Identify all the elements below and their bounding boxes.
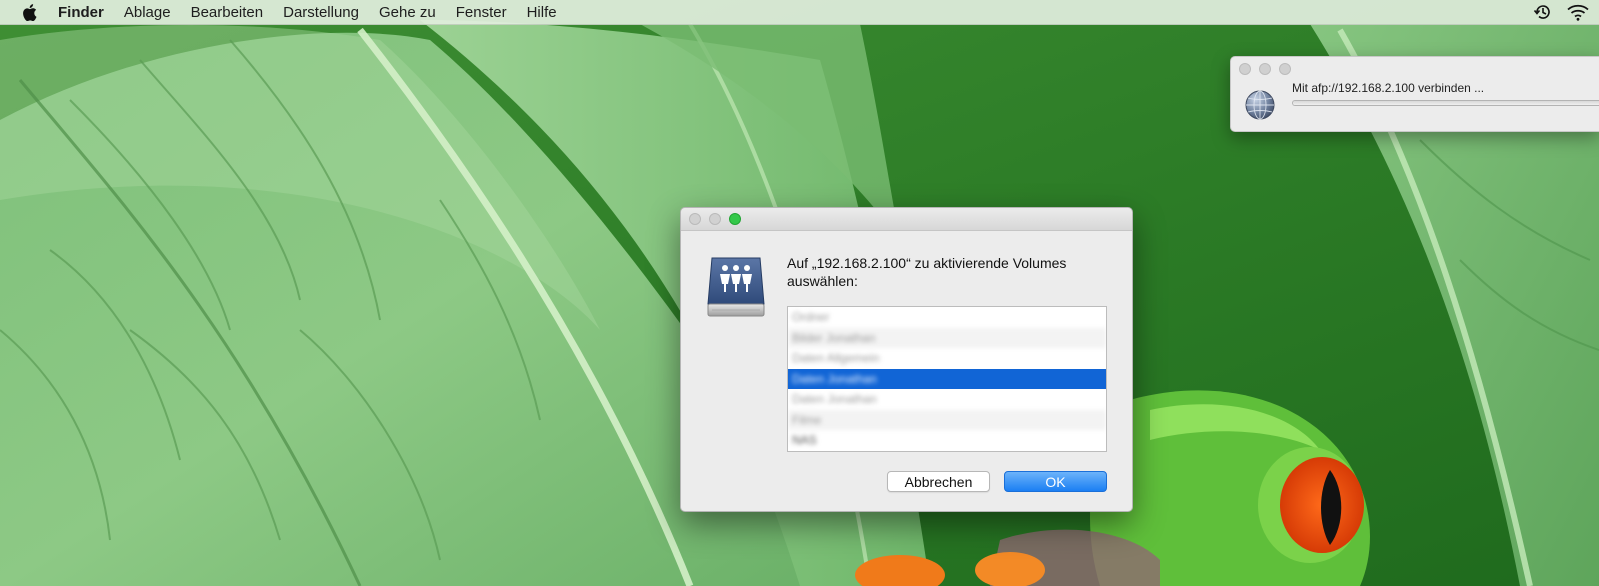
volume-label: Daten Jonathan [792,371,877,386]
list-item[interactable]: Filme [788,409,1106,430]
volume-list[interactable]: Ordner Bilder Jonathan Daten Allgemein D… [787,306,1107,452]
connection-status-text: Mit afp://192.168.2.100 verbinden ... [1292,81,1485,95]
list-item-selected[interactable]: Daten Jonathan [788,368,1106,389]
list-item[interactable]: NAS [788,430,1106,451]
menu-app-finder[interactable]: Finder [58,4,104,21]
time-machine-icon[interactable] [1533,2,1553,22]
menu-bearbeiten[interactable]: Bearbeiten [191,4,264,21]
zoom-button[interactable] [1279,63,1291,75]
wifi-icon[interactable] [1567,3,1589,21]
dialog-zoom-button[interactable] [729,213,741,225]
connection-progress-window: Mit afp://192.168.2.100 verbinden ... [1230,56,1599,132]
dialog-minimize-button[interactable] [709,213,721,225]
list-item[interactable]: Daten Jonathan [788,389,1106,410]
volume-label: Daten Jonathan [792,392,877,406]
menu-ablage[interactable]: Ablage [124,4,171,21]
server-volume-icon [706,254,766,325]
ok-button[interactable]: OK [1004,471,1107,492]
list-item[interactable]: Daten Allgemein [788,348,1106,369]
volume-label: Ordner [792,310,830,324]
dialog-close-button[interactable] [689,213,701,225]
menu-darstellung[interactable]: Darstellung [283,4,359,21]
list-item[interactable]: Ordner [788,307,1106,328]
menu-hilfe[interactable]: Hilfe [527,4,557,21]
minimize-button[interactable] [1259,63,1271,75]
dialog-titlebar [681,208,1132,231]
volume-label: Daten Allgemein [792,351,880,365]
apple-logo-icon[interactable] [22,3,38,21]
menu-gehe-zu[interactable]: Gehe zu [379,4,436,21]
dialog-message: Auf „192.168.2.100“ zu aktivierende Volu… [787,255,1067,289]
volume-label: Bilder Jonathan [792,330,876,345]
close-button[interactable] [1239,63,1251,75]
connection-progress-bar [1292,100,1599,106]
menu-fenster[interactable]: Fenster [456,4,507,21]
network-globe-icon [1244,89,1276,126]
volume-label: Filme [792,412,822,427]
menu-bar: Finder Ablage Bearbeiten Darstellung Geh… [0,0,1599,25]
volume-selection-dialog: Auf „192.168.2.100“ zu aktivierende Volu… [680,207,1133,512]
list-item[interactable]: Bilder Jonathan [788,327,1106,348]
volume-label: NAS [792,433,817,447]
cancel-button[interactable]: Abbrechen [887,471,990,492]
